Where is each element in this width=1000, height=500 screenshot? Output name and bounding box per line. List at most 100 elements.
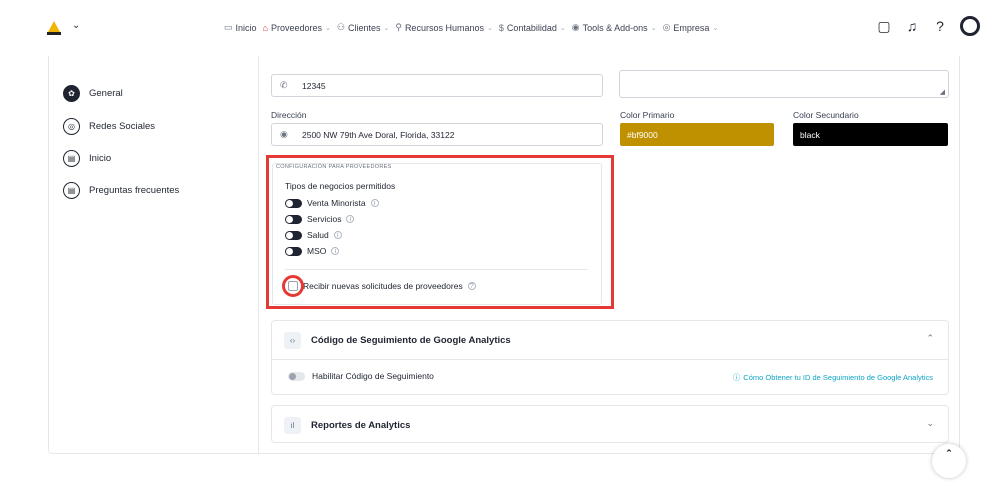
company-logo[interactable] — [46, 20, 62, 36]
business-type-toggle[interactable] — [285, 214, 302, 224]
bell-icon[interactable]: ♫ — [904, 18, 920, 34]
secondary-color-value: black — [800, 129, 820, 140]
nav-item-inicio[interactable]: ▭ Inicio — [224, 22, 257, 33]
nav-item-tools-add-ons[interactable]: ◉ Tools & Add-ons ⌄ — [572, 22, 657, 33]
sidebar-item-redes-sociales[interactable]: ◎ Redes Sociales — [63, 118, 155, 135]
chevron-down-icon: ⌄ — [650, 24, 657, 32]
building-icon: ◎ — [662, 22, 671, 32]
store-icon: ⌂ — [262, 22, 268, 33]
secondary-color-label: Color Secundario — [793, 110, 859, 120]
business-type-toggle[interactable] — [285, 246, 302, 256]
phone-value: 12345 — [302, 80, 326, 91]
chevron-up-icon[interactable]: ⌃ — [926, 333, 934, 344]
receive-requests-label: Recibir nuevas solicitudes de proveedore… — [303, 281, 463, 291]
business-type-label: Salud — [307, 230, 329, 240]
info-icon[interactable]: i — [331, 247, 340, 255]
reports-title: Reportes de Analytics — [311, 419, 411, 431]
top-navigation-bar: ⌄ ▭ Inicio ⌂ Proveedores ⌄ ⚇ Clientes ⌄ ⚲ Recurso… — [0, 0, 1000, 58]
provider-divider — [285, 269, 588, 270]
receive-requests-checkbox[interactable] — [288, 281, 298, 291]
nav-item-label: Contabilidad — [506, 22, 557, 33]
business-types-subtitle: Tipos de negocios permitidos — [285, 181, 396, 191]
gear-icon: ✿ — [63, 85, 80, 102]
sidebar-item-label: Preguntas frecuentes — [89, 185, 180, 196]
nav-item-label: Proveedores — [270, 22, 322, 33]
analytics-accordion-header[interactable]: ‹› Código de Seguimiento de Google Analy… — [272, 321, 948, 359]
nav-item-label: Clientes — [347, 22, 381, 33]
business-type-row: Salud i — [285, 230, 342, 240]
nav-item-label: Inicio — [235, 22, 257, 33]
chevron-down-icon: ⌄ — [559, 24, 566, 32]
analytics-help-link[interactable]: ⓘ Cómo Obtener tu ID de Seguimiento de G… — [733, 372, 933, 383]
chevron-down-icon: ⌄ — [712, 24, 719, 32]
chevron-down-icon: ⌄ — [383, 24, 390, 32]
help-icon[interactable]: ? — [932, 18, 948, 34]
instagram-icon: ◎ — [63, 118, 80, 135]
settings-sidebar: ✿ General ◎ Redes Sociales ▤ Inicio ▤ Preguntas… — [49, 56, 259, 453]
top-right-icons: ▢ ♫ ? — [876, 16, 980, 36]
provider-config-title: CONFIGURACIÓN PARA PROVEEDORES — [276, 164, 392, 170]
nav-item-label: Empresa — [673, 22, 710, 33]
address-value: 2500 NW 79th Ave Doral, Florida, 33122 — [302, 129, 455, 140]
chevron-down-icon[interactable]: ⌄ — [926, 418, 934, 429]
business-type-row: MSO i — [285, 246, 340, 256]
notes-icon[interactable]: ▢ — [876, 18, 892, 34]
help-circle-icon[interactable]: ? — [467, 282, 476, 290]
business-type-row: Venta Minorista i — [285, 198, 379, 208]
analytics-divider — [272, 359, 948, 360]
address-label: Dirección — [271, 110, 307, 120]
primary-color-field[interactable]: #bf9000 — [620, 123, 774, 146]
sidebar-item-label: Inicio — [89, 153, 112, 164]
users-icon: ⚇ — [336, 22, 345, 32]
resize-handle-icon[interactable]: ◢ — [940, 88, 945, 96]
faq-document-icon: ▤ — [63, 182, 80, 199]
user-avatar-icon[interactable] — [960, 16, 980, 36]
info-icon[interactable]: i — [333, 231, 342, 239]
dollar-icon: $ — [498, 22, 504, 33]
sidebar-item-preguntas-frecuentes[interactable]: ▤ Preguntas frecuentes — [63, 182, 179, 199]
analytics-title: Código de Seguimiento de Google Analytic… — [311, 334, 511, 346]
nav-item-contabilidad[interactable]: $ Contabilidad ⌄ — [499, 22, 566, 33]
nav-item-clientes[interactable]: ⚇ Clientes ⌄ — [337, 22, 389, 33]
logo-chevron-down-icon[interactable]: ⌄ — [72, 20, 80, 31]
analytics-accordion: ‹› Código de Seguimiento de Google Analy… — [271, 320, 949, 395]
tracking-toggle[interactable] — [288, 371, 305, 381]
tools-icon: ◉ — [571, 22, 580, 32]
sidebar-item-general[interactable]: ✿ General — [63, 85, 123, 102]
chevron-down-icon: ⌄ — [486, 24, 493, 32]
nav-item-label: Tools & Add-ons — [582, 22, 648, 33]
code-icon: ‹› — [284, 331, 301, 349]
description-textarea[interactable]: ◢ — [619, 70, 949, 98]
info-icon[interactable]: i — [370, 199, 379, 207]
main-nav: ▭ Inicio ⌂ Proveedores ⌄ ⚇ Clientes ⌄ ⚲ Recursos … — [224, 22, 718, 33]
reports-accordion-header[interactable]: ıl Reportes de Analytics — [272, 406, 948, 444]
location-pin-icon: ◉ — [280, 129, 288, 139]
sidebar-item-label: General — [89, 88, 123, 99]
nav-item-proveedores[interactable]: ⌂ Proveedores ⌄ — [263, 22, 331, 33]
phone-field[interactable]: ✆ 12345 — [271, 74, 603, 97]
business-type-row: Servicios i — [285, 214, 355, 224]
primary-color-value: #bf9000 — [627, 129, 658, 140]
business-type-toggle[interactable] — [285, 198, 302, 208]
hr-icon: ⚲ — [395, 22, 402, 32]
secondary-color-field[interactable]: black — [793, 123, 948, 146]
business-type-label: Servicios — [307, 214, 342, 224]
monitor-icon: ▭ — [224, 22, 233, 32]
business-type-toggle[interactable] — [285, 230, 302, 240]
nav-item-empresa[interactable]: ◎ Empresa ⌄ — [663, 22, 719, 33]
chevron-down-icon: ⌄ — [325, 24, 331, 32]
tracking-toggle-row: Habilitar Código de Seguimiento — [288, 371, 434, 381]
info-icon[interactable]: i — [346, 215, 355, 223]
tracking-toggle-label: Habilitar Código de Seguimiento — [312, 371, 434, 381]
receive-requests-row: Recibir nuevas solicitudes de proveedore… — [303, 281, 476, 291]
phone-icon: ✆ — [280, 80, 288, 90]
nav-item-label: Recursos Humanos — [404, 22, 484, 33]
business-type-label: MSO — [307, 246, 327, 256]
nav-item-recursos-humanos[interactable]: ⚲ Recursos Humanos ⌄ — [395, 22, 493, 33]
scroll-to-top-button[interactable]: ⌃ — [932, 444, 966, 478]
bar-chart-icon: ıl — [284, 416, 301, 434]
address-field[interactable]: ◉ 2500 NW 79th Ave Doral, Florida, 33122 — [271, 123, 603, 146]
help-circle-icon: ⓘ — [732, 373, 741, 382]
sidebar-item-inicio[interactable]: ▤ Inicio — [63, 150, 111, 167]
double-chevron-up-icon: ⌃ — [945, 448, 953, 458]
